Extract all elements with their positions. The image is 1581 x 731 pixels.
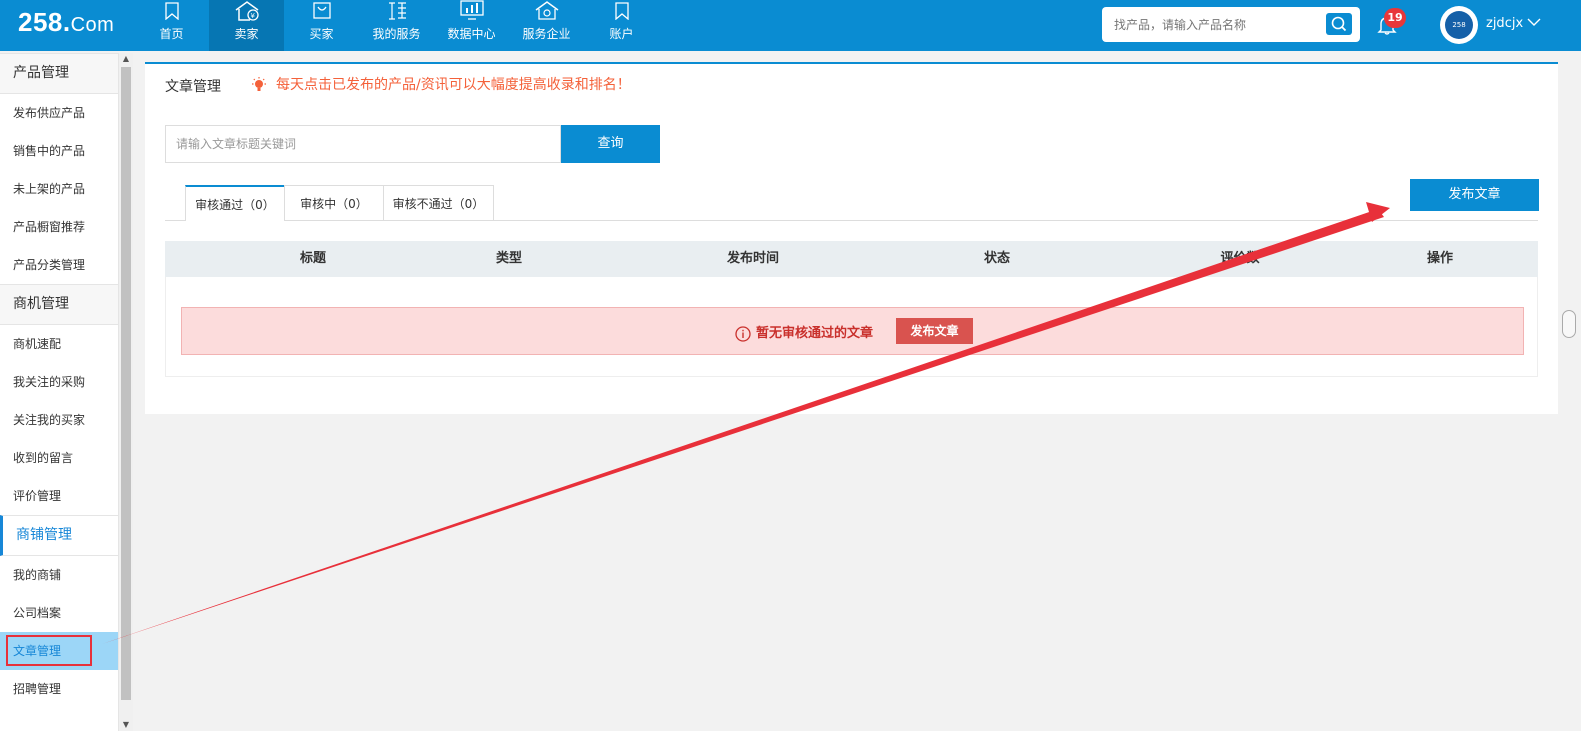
column-header-title: 标题 — [299, 251, 326, 266]
sidebar-item-unlisted[interactable]: 未上架的产品 — [0, 170, 118, 208]
empty-state-alert: 暂无审核通过的文章 发布文章 — [181, 307, 1524, 355]
tip-text: 每天点击已发布的产品/资讯可以大幅度提高收录和排名！ — [276, 77, 631, 93]
sidebar-item-recruitment[interactable]: 招聘管理 — [0, 670, 118, 708]
column-header-type: 类型 — [495, 251, 522, 266]
sidebar-item-followed-purchases[interactable]: 我关注的采购 — [0, 363, 118, 401]
scroll-down-arrow-icon[interactable]: ▼ — [119, 719, 133, 731]
info-icon — [735, 325, 751, 342]
search-icon — [1331, 16, 1347, 32]
sidebar-group-products[interactable]: 产品管理 — [0, 53, 118, 94]
empty-state-message: 暂无审核通过的文章 — [735, 322, 873, 342]
sidebar-item-articles[interactable]: 文章管理 — [0, 632, 118, 670]
status-tabs: 审核通过（0） 审核中（0） 审核不通过（0） — [165, 185, 1538, 221]
lightbulb-icon — [250, 76, 268, 94]
nav-my-services[interactable]: 我的服务 — [359, 0, 434, 51]
product-search-input[interactable] — [1112, 15, 1316, 35]
bookmark-icon — [584, 0, 659, 26]
site-logo[interactable]: 258.Com — [18, 7, 114, 38]
product-search — [1102, 7, 1360, 42]
table-header: 标题 类型 发布时间 状态 评价数 操作 — [165, 241, 1538, 277]
sidebar-item-my-shop[interactable]: 我的商铺 — [0, 556, 118, 594]
tab-approved[interactable]: 审核通过（0） — [185, 185, 285, 221]
publish-article-button[interactable]: 发布文章 — [1410, 179, 1539, 211]
empty-state-text: 暂无审核通过的文章 — [756, 326, 874, 341]
column-header-publish-time: 发布时间 — [726, 251, 779, 266]
table-body: 暂无审核通过的文章 发布文章 — [165, 277, 1538, 377]
column-header-actions: 操作 — [1426, 251, 1453, 266]
article-management-panel: 文章管理 每天点击已发布的产品/资讯可以大幅度提高收录和排名！ 请输入文章标题关… — [145, 62, 1558, 414]
sidebar-item-company-profile[interactable]: 公司档案 — [0, 594, 118, 632]
nav-seller[interactable]: ¥ 卖家 — [209, 0, 284, 51]
notification-badge: 19 — [1384, 8, 1406, 28]
monitor-chart-icon — [434, 0, 509, 26]
chevron-down-icon[interactable] — [1527, 16, 1541, 31]
empty-publish-article-button[interactable]: 发布文章 — [896, 318, 973, 344]
sidebar-group-shop[interactable]: 商铺管理 — [0, 515, 118, 556]
nav-home[interactable]: 首页 — [134, 0, 209, 51]
scroll-thumb[interactable] — [121, 67, 131, 700]
nav-data-center[interactable]: 数据中心 — [434, 0, 509, 51]
username[interactable]: zjdcjx — [1486, 16, 1523, 31]
tip-banner: 每天点击已发布的产品/资讯可以大幅度提高收录和排名！ — [250, 74, 631, 94]
sidebar-item-quick-match[interactable]: 商机速配 — [0, 325, 118, 363]
nav-service-enterprise[interactable]: 服务企业 — [509, 0, 584, 51]
bag-icon — [284, 0, 359, 26]
sidebar-scrollbar[interactable]: ▲ ▼ — [119, 53, 133, 731]
nav-buyer[interactable]: 买家 — [284, 0, 359, 51]
tab-rejected[interactable]: 审核不通过（0） — [383, 185, 494, 220]
enterprise-icon — [509, 0, 584, 26]
sidebar-item-category[interactable]: 产品分类管理 — [0, 246, 118, 284]
bookmark-icon — [134, 0, 209, 26]
main-nav: 首页 ¥ 卖家 买家 我的服务 数据中心 服务企业 账户 — [134, 0, 659, 51]
nav-account[interactable]: 账户 — [584, 0, 659, 51]
sidebar-item-followers[interactable]: 关注我的买家 — [0, 401, 118, 439]
column-header-review-count: 评价数 — [1220, 251, 1260, 266]
query-button[interactable]: 查询 — [561, 125, 660, 163]
shop-yen-icon: ¥ — [209, 0, 284, 26]
sidebar-item-publish-supply[interactable]: 发布供应产品 — [0, 94, 118, 132]
svg-text:¥: ¥ — [250, 12, 255, 20]
avatar[interactable]: 258 — [1440, 6, 1478, 44]
sidebar-item-reviews[interactable]: 评价管理 — [0, 477, 118, 515]
sidebar-item-messages[interactable]: 收到的留言 — [0, 439, 118, 477]
tab-reviewing[interactable]: 审核中（0） — [284, 185, 384, 220]
service-icon — [359, 0, 434, 26]
page-title: 文章管理 — [165, 79, 221, 95]
sidebar: 产品管理 发布供应产品 销售中的产品 未上架的产品 产品橱窗推荐 产品分类管理 … — [0, 53, 119, 731]
top-bar: 258.Com 首页 ¥ 卖家 买家 我的服务 数据中心 服务企业 账户 找产品… — [0, 0, 1581, 51]
annotation-highlight-box — [6, 635, 92, 666]
search-button[interactable] — [1326, 13, 1352, 35]
column-header-status: 状态 — [983, 251, 1010, 266]
avatar-logo: 258 — [1445, 11, 1473, 39]
article-search-input[interactable]: 请输入文章标题关键词 — [165, 125, 561, 163]
side-float-tab[interactable] — [1562, 310, 1576, 338]
scroll-up-arrow-icon[interactable]: ▲ — [119, 53, 133, 65]
sidebar-group-opportunities[interactable]: 商机管理 — [0, 284, 118, 325]
sidebar-item-showcase[interactable]: 产品橱窗推荐 — [0, 208, 118, 246]
sidebar-item-on-sale[interactable]: 销售中的产品 — [0, 132, 118, 170]
